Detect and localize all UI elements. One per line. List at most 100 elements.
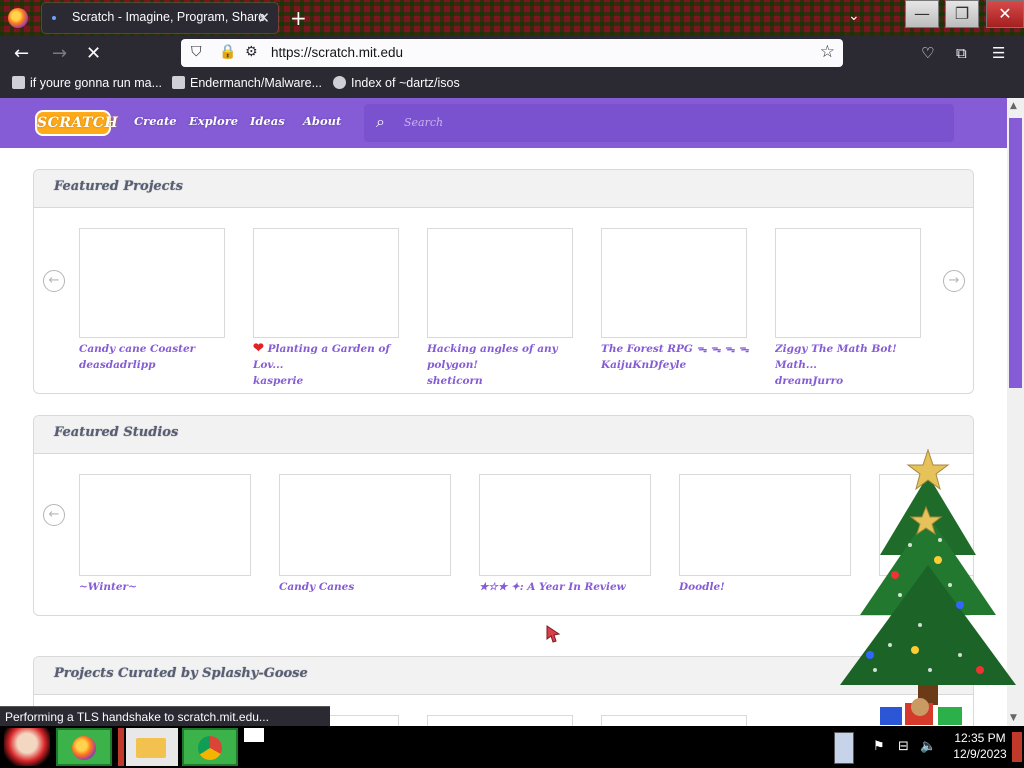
scratch-logo[interactable]: SCRATCH [35, 110, 118, 136]
shield-icon[interactable]: ⛉ [191, 44, 202, 60]
carousel-prev-icon[interactable]: ← [43, 270, 65, 292]
scroll-down-icon[interactable]: ▼ [1010, 713, 1017, 723]
forward-arrow-icon[interactable]: → [52, 43, 67, 64]
featured-projects-section: Featured Projects ← → Candy cane Coaster… [33, 169, 974, 394]
section-header: Featured Projects [34, 170, 973, 208]
project-card-title[interactable]: Ziggy The Math Bot! Math... dreamJurro [775, 341, 925, 389]
list-all-tabs-icon[interactable]: ⌄ [848, 8, 860, 24]
stop-loading-icon[interactable]: ✕ [86, 43, 101, 64]
project-card-title[interactable]: Hacking angles of any polygon! sheticorn [427, 341, 577, 389]
firefox-taskbar-icon[interactable] [56, 728, 112, 766]
studio-title[interactable]: ★☆★ ✦: A Year In Review [479, 579, 651, 595]
vertical-scrollbar[interactable]: ▲ ▼ [1007, 98, 1024, 726]
status-bar: Performing a TLS handshake to scratch.mi… [0, 706, 330, 727]
bookmark-star-icon[interactable]: ☆ [820, 42, 835, 62]
hamburger-menu-icon[interactable]: ☰ [992, 44, 1005, 62]
chrome-taskbar-icon[interactable] [182, 728, 238, 766]
studio-title[interactable]: ~Winter~ [79, 579, 251, 595]
studio-thumbnail[interactable] [79, 474, 251, 576]
search-placeholder: Search [404, 116, 444, 129]
project-author[interactable]: KaijuKnDfeyle [601, 359, 686, 371]
address-bar[interactable]: ⛉ 🔒 ⚙ https://scratch.mit.edu ☆ [181, 39, 843, 67]
project-title[interactable]: Ziggy The Math Bot! Math... [775, 343, 897, 371]
studio-thumbnail[interactable] [679, 474, 851, 576]
tab-loading-icon [52, 16, 56, 20]
system-clock[interactable]: 12:35 PM 12/9/2023 [940, 730, 1020, 762]
github-favicon-icon [172, 76, 185, 89]
project-author[interactable]: dreamJurro [775, 375, 843, 387]
santa-start-icon[interactable] [4, 728, 50, 766]
project-card-title[interactable]: Candy cane Coaster deasdadrlipp [79, 341, 229, 373]
tab-bar: Scratch - Imagine, Program, Share ✕ + ⌄ … [0, 0, 1024, 36]
menu-about[interactable]: About [303, 114, 341, 128]
studio-thumbnail[interactable] [279, 474, 451, 576]
studio-title[interactable]: Candy Canes [279, 579, 451, 595]
scratch-navbar: SCRATCH Create Explore Ideas About ⌕ Sea… [0, 98, 1007, 148]
close-window-icon[interactable]: ✕ [986, 0, 1024, 28]
show-desktop-button[interactable] [1012, 732, 1022, 762]
project-author[interactable]: kasperie [253, 375, 303, 387]
volume-icon[interactable]: 🔈 [920, 739, 936, 754]
project-thumbnail[interactable] [79, 228, 225, 338]
project-thumbnail[interactable] [601, 715, 747, 726]
project-thumbnail[interactable] [427, 228, 573, 338]
restore-icon[interactable]: ❐ [945, 0, 979, 28]
pocket-icon[interactable]: ♡ [921, 44, 934, 62]
bookmark-label: Index of ~dartz/isos [351, 76, 460, 90]
clock-time: 12:35 PM [954, 731, 1006, 745]
scroll-up-icon[interactable]: ▲ [1010, 101, 1017, 111]
permissions-icon[interactable]: ⚙ [245, 44, 258, 60]
bookmark-item[interactable]: Index of ~dartz/isos [333, 76, 460, 90]
project-thumbnail[interactable] [601, 228, 747, 338]
menu-ideas[interactable]: Ideas [250, 114, 285, 128]
scroll-thumb[interactable] [1009, 118, 1022, 388]
chrome-icon [198, 736, 222, 760]
network-icon[interactable]: ⊟ [898, 739, 909, 754]
project-thumbnail[interactable] [775, 228, 921, 338]
url-text[interactable]: https://scratch.mit.edu [271, 45, 403, 60]
extensions-icon[interactable]: ⧉ [956, 44, 967, 62]
section-title: Projects Curated by Splashy-Goose [54, 666, 308, 681]
bookmark-item[interactable]: Endermanch/Malware... [172, 76, 322, 90]
project-thumbnail[interactable] [253, 228, 399, 338]
project-title[interactable]: Candy cane Coaster [79, 343, 195, 355]
studio-thumbnail[interactable] [879, 474, 973, 576]
studio-thumbnail[interactable] [479, 474, 651, 576]
new-tab-icon[interactable]: + [290, 6, 307, 30]
firefox-menu-icon[interactable] [8, 8, 28, 28]
back-arrow-icon[interactable]: ← [14, 43, 29, 64]
lock-icon[interactable]: 🔒 [219, 44, 236, 60]
featured-studios-section: Featured Studios ← ~Winter~ Candy Canes … [33, 415, 974, 616]
studio-title[interactable]: Doodle! [679, 579, 851, 595]
search-input[interactable]: ⌕ Search [364, 104, 954, 142]
minimize-icon[interactable]: — [905, 0, 939, 28]
project-card-title[interactable]: The Forest RPG ᯓ ᯓ ᯓ ᯓ KaijuKnDfeyle [601, 341, 751, 373]
carousel-next-icon[interactable]: → [943, 270, 965, 292]
tab-title: Scratch - Imagine, Program, Share [72, 10, 266, 24]
tab-scratch[interactable]: Scratch - Imagine, Program, Share ✕ [42, 3, 278, 33]
folder-icon [136, 738, 166, 758]
project-title[interactable]: Hacking angles of any polygon! [427, 343, 558, 371]
project-card-title[interactable]: ❤ Planting a Garden of Lov... kasperie [253, 341, 403, 389]
search-icon: ⌕ [376, 112, 385, 131]
section-header: Projects Curated by Splashy-Goose [34, 657, 973, 695]
file-explorer-taskbar-icon[interactable] [126, 728, 178, 766]
project-author[interactable]: deasdadrlipp [79, 359, 155, 371]
project-thumbnail[interactable] [427, 715, 573, 726]
project-title[interactable]: The Forest RPG ᯓ ᯓ ᯓ ᯓ [601, 343, 749, 355]
clock-date: 12/9/2023 [953, 747, 1007, 761]
heart-icon: ❤ [253, 341, 264, 356]
menu-create[interactable]: Create [134, 114, 177, 128]
show-hidden-icons-icon[interactable] [834, 732, 854, 764]
carousel-prev-icon[interactable]: ← [43, 504, 65, 526]
menu-explore[interactable]: Explore [189, 114, 238, 128]
project-author[interactable]: sheticorn [427, 375, 483, 387]
section-title: Featured Projects [54, 179, 183, 194]
project-title[interactable]: Planting a Garden of Lov... [253, 343, 390, 371]
tab-close-icon[interactable]: ✕ [257, 9, 270, 27]
taskbar-thumbnail[interactable] [244, 728, 264, 742]
taskbar: ⚑ ⊟ 🔈 12:35 PM 12/9/2023 [0, 726, 1024, 768]
flag-icon[interactable]: ⚑ [873, 739, 885, 754]
globe-icon [333, 76, 346, 89]
bookmark-item[interactable]: if youre gonna run ma... [12, 76, 162, 90]
